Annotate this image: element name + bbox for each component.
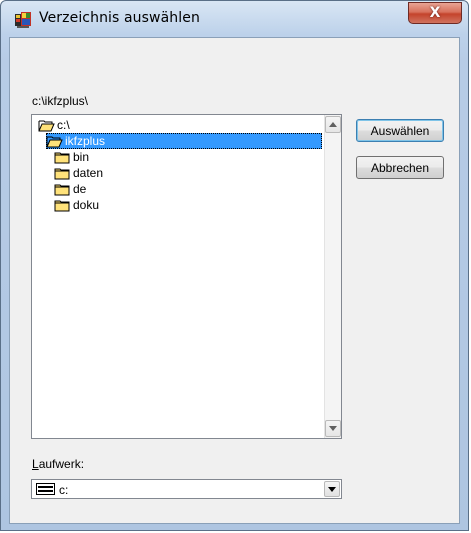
drive-label-accesskey: L (32, 457, 39, 471)
cancel-button[interactable]: Abbrechen (356, 156, 444, 179)
directory-item[interactable]: doku (54, 197, 99, 213)
scroll-down-button[interactable] (325, 420, 341, 437)
title-bar[interactable]: Verzeichnis auswählen X (1, 1, 468, 37)
directory-item-label: de (73, 182, 87, 196)
directory-item-label: c:\ (57, 118, 70, 132)
directory-item[interactable]: de (54, 181, 86, 197)
directory-item-label: bin (73, 150, 90, 164)
drive-label-text: aufwerk: (38, 457, 85, 471)
drive-select[interactable]: c: (31, 479, 342, 499)
drive-dropdown-button[interactable] (324, 481, 340, 497)
current-path-label: c:\ikfzplus\ (32, 94, 89, 108)
scroll-up-button[interactable] (325, 116, 341, 133)
directory-item-label: doku (73, 198, 100, 212)
close-icon: X (429, 5, 441, 21)
directory-item-label: ikfzplus (65, 134, 106, 148)
directory-item[interactable]: bin (54, 149, 89, 165)
dialog-window: Verzeichnis auswählen X c:\ikfzplus\ c:\… (0, 0, 469, 531)
directory-scrollbar[interactable] (324, 115, 341, 438)
directory-item[interactable]: ikfzplus (46, 133, 322, 149)
directory-list-items: c:\ ikfzplus bin daten de doku (32, 115, 324, 438)
chevron-down-icon (328, 486, 336, 492)
drive-label: Laufwerk: (32, 457, 84, 471)
drive-icon (36, 483, 55, 495)
directory-item[interactable]: c:\ (38, 117, 70, 133)
folder-icon (54, 167, 73, 180)
app-icon (15, 12, 31, 28)
window-title: Verzeichnis auswählen (39, 10, 200, 26)
chevron-down-icon (329, 426, 337, 431)
folder-icon (54, 199, 73, 212)
folder-icon (54, 151, 73, 164)
chevron-up-icon (329, 122, 337, 127)
close-button[interactable]: X (408, 2, 462, 24)
folder-icon (54, 183, 73, 196)
open-folder-icon (38, 119, 57, 132)
directory-list[interactable]: c:\ ikfzplus bin daten de doku (31, 114, 342, 439)
drive-selected-value: c: (59, 483, 69, 497)
directory-item[interactable]: daten (54, 165, 103, 181)
directory-item-label: daten (73, 166, 104, 180)
open-folder-icon (46, 135, 65, 148)
select-button[interactable]: Auswählen (356, 119, 444, 142)
